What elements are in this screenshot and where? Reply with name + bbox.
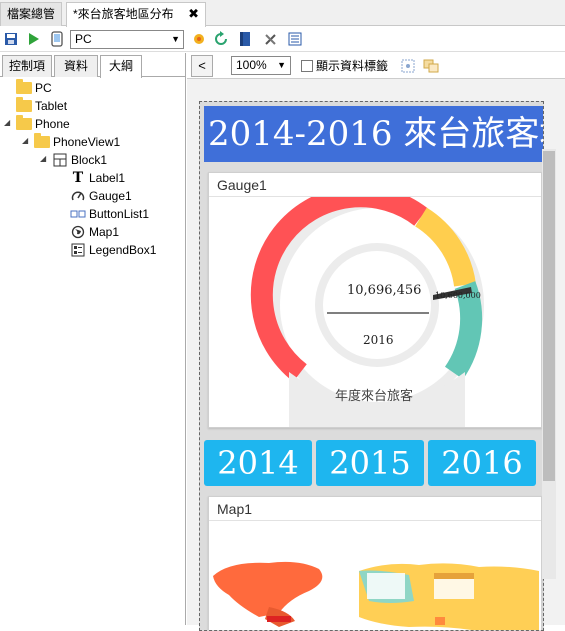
device-select[interactable]: PC ▼ (70, 30, 184, 49)
chevron-down-icon: ▼ (171, 34, 180, 44)
chevron-down-icon: ▼ (277, 60, 286, 70)
legend-icon (70, 243, 86, 257)
year-button-list: 2014 2015 2016 (204, 436, 543, 488)
checkbox[interactable] (301, 59, 313, 72)
save-icon[interactable] (2, 30, 20, 48)
tree-item-label: Block1 (71, 153, 108, 167)
phone-preview-icon[interactable] (48, 30, 66, 48)
year-button-2015[interactable]: 2015 (316, 440, 424, 486)
tree-item-label: PC (35, 81, 52, 95)
globe-icon (70, 225, 86, 239)
year-button-2016[interactable]: 2016 (428, 440, 536, 486)
expand-arrow-icon[interactable]: ◢ (4, 118, 10, 127)
folder-icon (16, 79, 32, 95)
collapse-panel-button[interactable]: < (191, 55, 213, 77)
tab-file-explorer[interactable]: 檔案總管 (0, 2, 62, 26)
block-icon (52, 153, 68, 167)
zoom-value: 100% (236, 58, 267, 72)
tree-item-gauge1[interactable]: Gauge1 (70, 187, 132, 205)
tree-item-label1[interactable]: T Label1 (70, 169, 125, 187)
map-widget[interactable]: Map1 (208, 496, 542, 630)
tab-label: 檔案總管 (7, 7, 56, 21)
tree-item-label: PhoneView1 (53, 135, 121, 149)
grid-toggle-icon[interactable] (401, 59, 415, 76)
outline-panel: 控制項 資料 大綱 PC Tablet ◢ Phone ◢ PhoneView1… (0, 53, 186, 625)
expand-arrow-icon[interactable]: ◢ (40, 154, 46, 163)
tree-item-label: Label1 (89, 171, 126, 185)
main-toolbar: PC ▼ (0, 27, 565, 52)
tree-item-block1[interactable]: Block1 (52, 151, 107, 169)
gauge-widget[interactable]: Gauge1 10,696,456 2016 10,600,000 年度來台旅客 (208, 172, 542, 428)
left-panel-tabs: 控制項 資料 大綱 (0, 53, 186, 78)
tree-item-phoneview1[interactable]: PhoneView1 (34, 133, 120, 151)
tools-icon[interactable] (262, 30, 280, 48)
tree-item-label: Gauge1 (89, 189, 132, 203)
tree-item-legendbox1[interactable]: LegendBox1 (70, 241, 156, 259)
map-title: Map1 (209, 497, 541, 521)
gauge-value: 10,696,456 (347, 283, 422, 298)
close-icon[interactable]: ✖ (188, 3, 199, 25)
book-icon[interactable] (236, 30, 254, 48)
document-tab-bar: 檔案總管 *來台旅客地區分布 ✖ (0, 0, 565, 27)
tree-item-buttonlist1[interactable]: ButtonList1 (70, 205, 149, 223)
tab-outline[interactable]: 大綱 (100, 55, 142, 78)
gauge-year: 2016 (363, 333, 394, 347)
tab-tourist-distribution[interactable]: *來台旅客地區分布 ✖ (66, 2, 206, 27)
tree-item-label: LegendBox1 (89, 243, 157, 257)
button-list-icon (70, 207, 86, 221)
list-icon[interactable] (286, 30, 304, 48)
tree-item-tablet[interactable]: Tablet (16, 97, 67, 115)
design-toolbar: < 100% ▼ 顯示資料標籤 (187, 53, 565, 79)
tree-item-label: Phone (35, 117, 70, 131)
folder-icon (16, 115, 32, 131)
gauge-icon (70, 189, 86, 203)
gauge-max-label: 10,600,000 (435, 291, 481, 300)
show-data-label-checkbox[interactable]: 顯示資料標籤 (301, 57, 388, 74)
tab-data[interactable]: 資料 (54, 55, 98, 77)
tree-item-label: ButtonList1 (89, 207, 150, 221)
layer-icon[interactable] (423, 59, 439, 76)
gauge-caption: 年度來台旅客 (335, 389, 414, 404)
vertical-scrollbar[interactable] (542, 149, 556, 579)
phone-canvas[interactable]: 2014-2016 來台旅客地區分布 Gauge1 (199, 101, 544, 631)
run-icon[interactable] (24, 30, 42, 48)
tree-item-phone[interactable]: Phone (16, 115, 70, 133)
device-select-value: PC (75, 32, 92, 46)
wizard-icon[interactable] (190, 30, 208, 48)
tree-item-pc[interactable]: PC (16, 79, 52, 97)
design-area: < 100% ▼ 顯示資料標籤 2014-2016 來台旅客地區分布 Gauge… (187, 53, 565, 631)
zoom-select[interactable]: 100% ▼ (231, 56, 291, 75)
tree-item-label: Map1 (89, 225, 120, 239)
tree-item-label: Tablet (35, 99, 68, 113)
tree-item-map1[interactable]: Map1 (70, 223, 119, 241)
tab-label: *來台旅客地區分布 (73, 7, 174, 21)
scrollbar-thumb[interactable] (543, 151, 555, 481)
title-label[interactable]: 2014-2016 來台旅客地區分布 (204, 106, 543, 162)
year-button-2014[interactable]: 2014 (204, 440, 312, 486)
checkbox-label: 顯示資料標籤 (316, 59, 389, 73)
gauge-title: Gauge1 (209, 173, 541, 197)
world-map (213, 561, 539, 630)
refresh-icon[interactable] (212, 30, 230, 48)
tab-controls[interactable]: 控制項 (2, 55, 52, 77)
folder-icon (16, 97, 32, 113)
text-icon: T (72, 170, 84, 186)
expand-arrow-icon[interactable]: ◢ (22, 136, 28, 145)
folder-icon (34, 133, 50, 149)
